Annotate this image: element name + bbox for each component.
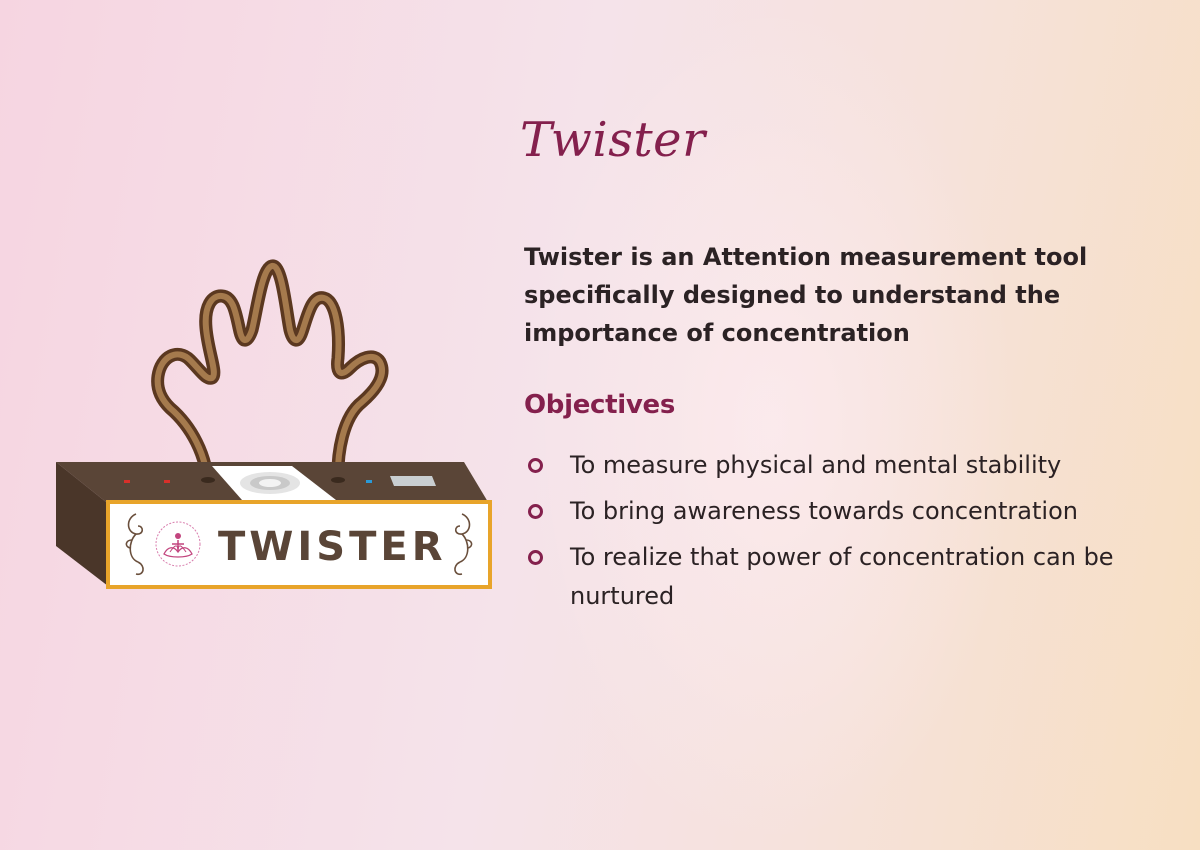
objective-text: To measure physical and mental stability [570, 451, 1062, 479]
list-item: To realize that power of concentration c… [524, 538, 1164, 616]
led-red-icon [164, 480, 170, 483]
list-item: To measure physical and mental stability [524, 446, 1164, 485]
objective-text: To bring awareness towards concentration [570, 497, 1078, 525]
circle-bullet-icon [528, 458, 543, 473]
led-blue-icon [366, 480, 372, 483]
circle-bullet-icon [528, 550, 543, 565]
led-red-icon [124, 480, 130, 483]
objectives-heading: Objectives [524, 390, 676, 420]
display-window [390, 476, 436, 486]
page-title: Twister [520, 112, 706, 168]
device-label: TWISTER [218, 524, 447, 570]
objective-text: To realize that power of concentration c… [570, 543, 1114, 610]
objectives-list: To measure physical and mental stability… [524, 446, 1164, 623]
list-item: To bring awareness towards concentration [524, 492, 1164, 531]
description-text: Twister is an Attention measurement tool… [524, 243, 1088, 347]
twister-device-illustration: TWISTER [56, 259, 492, 589]
lotus-logo-icon [155, 521, 201, 567]
hand-shaped-wire-icon [151, 259, 389, 497]
circle-bullet-icon [528, 504, 543, 519]
